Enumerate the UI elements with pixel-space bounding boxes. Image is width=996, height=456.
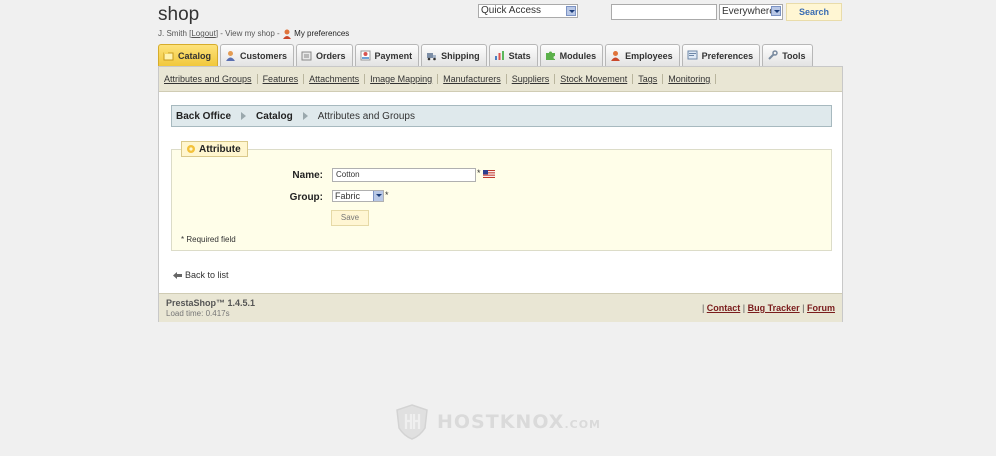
tab-catalog[interactable]: Catalog [158,44,219,66]
tab-preferences[interactable]: Preferences [681,44,761,66]
tab-tools[interactable]: Tools [762,44,813,66]
required-field-note: * Required field [181,235,236,244]
folder-icon [163,52,174,61]
shop-title: shop [158,4,200,25]
search-scope-select[interactable]: Everywhere [719,4,783,20]
tab-shipping[interactable]: Shipping [421,44,487,66]
quick-access-value: Quick Access [481,5,542,16]
back-arrow-icon [173,271,182,279]
group-label: Group: [289,192,323,203]
user-name: J. Smith [158,29,187,39]
preferences-icon [687,50,698,60]
subnav-monitoring[interactable]: Monitoring [663,74,717,84]
watermark-suffix: .COM [564,418,602,431]
orders-icon [301,51,312,61]
tab-label: Catalog [178,50,212,61]
tab-label: Shipping [441,50,480,61]
main-panel: Attributes and Groups Features Attachmen… [158,66,843,322]
subnav-image-mapping[interactable]: Image Mapping [365,74,439,84]
breadcrumb-root[interactable]: Back Office [176,111,231,122]
footer-links: | Contact | Bug Tracker | Forum [701,303,835,313]
tab-label: Payment [374,50,413,61]
name-label: Name: [292,170,323,181]
load-time: Load time: 0.417s [166,309,230,318]
chevron-down-icon [373,191,383,201]
tab-stats[interactable]: Stats [488,44,538,66]
tab-label: Customers [240,50,288,61]
tab-label: Preferences [701,50,754,61]
tab-label: Modules [559,50,597,61]
name-input[interactable]: Cotton [332,168,476,182]
stats-icon [494,51,504,60]
search-scope-value: Everywhere [722,6,775,17]
breadcrumb-section[interactable]: Catalog [256,111,293,122]
search-button[interactable]: Search [786,3,842,21]
back-to-list-link[interactable]: Back to list [173,270,229,280]
employee-icon [611,51,621,61]
main-tabs: Catalog Customers Orders Payment Shippin… [158,44,813,66]
truck-icon [427,53,437,61]
user-bar: J. Smith [Logout] - View my shop - My pr… [158,29,350,39]
watermark: HOSTKNOX.COM [395,404,601,440]
subnav-manufacturers[interactable]: Manufacturers [438,74,507,84]
customer-icon [226,51,236,61]
payment-icon [360,50,371,61]
subnav-features[interactable]: Features [258,74,305,84]
tab-label: Tools [782,50,806,61]
footer: PrestaShop™ 1.4.5.1 Load time: 0.417s | … [159,293,842,322]
back-to-list-label: Back to list [185,270,229,280]
group-required-mark: * [385,190,389,200]
catalog-subnav: Attributes and Groups Features Attachmen… [159,67,842,92]
tab-label: Employees [625,50,673,61]
tab-employees[interactable]: Employees [605,44,680,66]
save-button[interactable]: Save [331,210,369,226]
subnav-attachments[interactable]: Attachments [304,74,366,84]
group-select-value: Fabric [335,191,361,201]
breadcrumb: Back Office Catalog Attributes and Group… [171,105,832,127]
quick-access-select[interactable]: Quick Access [478,4,578,18]
chevron-down-icon [771,6,781,16]
my-preferences-link[interactable]: My preferences [294,29,349,38]
tab-label: Stats [508,50,531,61]
shield-logo-icon [396,404,428,440]
us-flag-icon[interactable] [483,170,495,178]
bug-tracker-link[interactable]: Bug Tracker [748,303,800,313]
subnav-suppliers[interactable]: Suppliers [507,74,556,84]
forum-link[interactable]: Forum [807,303,835,313]
puzzle-icon [187,145,195,153]
version-label: PrestaShop™ 1.4.5.1 [166,298,256,308]
breadcrumb-separator-icon [302,112,308,120]
tab-label: Orders [316,50,346,61]
breadcrumb-separator-icon [241,112,247,120]
wrench-icon [768,50,778,60]
form-legend-label: Attribute [199,143,241,155]
tab-modules[interactable]: Modules [539,44,604,66]
group-select[interactable]: Fabric [332,190,384,202]
logout-link[interactable]: Logout [191,29,215,38]
tab-customers[interactable]: Customers [220,44,295,66]
subnav-stock-movement[interactable]: Stock Movement [555,74,634,84]
search-input[interactable] [611,4,717,20]
tab-payment[interactable]: Payment [354,44,420,66]
chevron-down-icon [566,6,576,16]
tab-orders[interactable]: Orders [296,44,353,66]
contact-link[interactable]: Contact [707,303,741,313]
subnav-attributes-and-groups[interactable]: Attributes and Groups [163,74,258,84]
subnav-tags[interactable]: Tags [633,74,664,84]
watermark-text: HOSTKNOX.COM [437,411,601,433]
user-preferences-icon [282,29,291,39]
name-required-mark: * [477,168,481,178]
watermark-brand: HOSTKNOX [437,411,565,433]
view-shop-link[interactable]: View my shop [225,29,275,38]
form-legend: Attribute [181,141,248,157]
puzzle-icon [545,51,555,60]
attribute-form: Attribute Name: Cotton * Group: Fabric *… [171,141,832,251]
breadcrumb-current: Attributes and Groups [317,110,415,122]
